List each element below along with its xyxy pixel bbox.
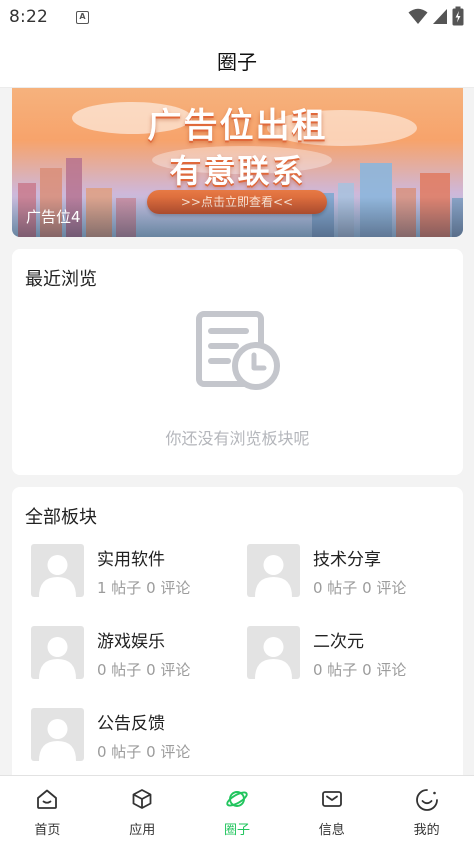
board-avatar [31,626,84,679]
cube-icon [132,789,152,809]
nav-me[interactable]: 我的 [379,776,474,842]
recent-section-title: 最近浏览 [25,269,97,290]
nav-label: 首页 [34,823,61,838]
nav-label: 圈子 [223,823,250,838]
board-item-utility-software[interactable]: 实用软件 1 帖子 0 评论 [31,544,231,598]
user-placeholder-icon [39,719,76,761]
board-item-anime[interactable]: 二次元 0 帖子 0 评论 [247,626,447,680]
all-boards-card: 全部板块 实用软件 1 帖子 0 评论 技术分享 0 帖子 0 评论 游戏娱乐 … [12,487,463,775]
user-placeholder-icon [255,637,292,679]
notification-badge: A [75,10,89,24]
board-name: 二次元 [313,632,364,652]
board-name: 公告反馈 [97,714,165,734]
board-item-announcements[interactable]: 公告反馈 0 帖子 0 评论 [31,708,231,762]
user-placeholder-icon [39,555,76,597]
board-name: 实用软件 [97,550,165,570]
status-bar: 8:22 A [0,0,474,34]
board-avatar [247,544,300,597]
signal-icon [433,9,447,24]
board-stats: 1 帖子 0 评论 [97,579,191,597]
bottom-nav: 首页 应用 圈子 信息 我的 [0,775,474,842]
boards-section-title: 全部板块 [25,507,97,528]
user-placeholder-icon [255,555,292,597]
board-item-games[interactable]: 游戏娱乐 0 帖子 0 评论 [31,626,231,680]
board-stats: 0 帖子 0 评论 [313,579,407,597]
banner-slot-label: 广告位4 [26,208,81,226]
nav-label: 应用 [129,823,156,838]
nav-apps[interactable]: 应用 [95,776,190,842]
empty-history-icon [196,311,280,390]
wifi-icon [408,8,428,24]
nav-label: 信息 [318,823,345,838]
status-time: 8:22 [9,7,48,27]
ad-banner[interactable]: 广告位出租 有意联系 >>点击立即查看<< 广告位4 [12,88,463,237]
board-avatar [247,626,300,679]
planet-icon [226,791,248,807]
nav-home[interactable]: 首页 [0,776,95,842]
empty-history-text: 你还没有浏览板块呢 [165,429,310,448]
board-name: 游戏娱乐 [97,632,165,652]
home-icon [37,789,58,809]
mail-icon [321,791,342,807]
user-placeholder-icon [39,637,76,679]
board-stats: 0 帖子 0 评论 [97,743,191,761]
board-item-tech-sharing[interactable]: 技术分享 0 帖子 0 评论 [247,544,447,598]
app-header: 圈子 [0,34,474,88]
board-name: 技术分享 [313,550,381,570]
board-stats: 0 帖子 0 评论 [97,661,191,679]
nav-circle[interactable]: 圈子 [190,776,285,842]
nav-label: 我的 [413,823,440,838]
recent-browsing-card: 最近浏览 你还没有浏览板块呢 [12,249,463,475]
battery-icon [452,6,464,26]
banner-headline: 广告位出租 [147,106,328,146]
smile-icon [415,789,438,811]
main-content[interactable]: 广告位出租 有意联系 >>点击立即查看<< 广告位4 最近浏览 你还没有浏览板块… [0,88,474,775]
page-title: 圈子 [217,50,257,74]
banner-subheadline: 有意联系 [169,152,306,190]
board-avatar [31,544,84,597]
nav-messages[interactable]: 信息 [284,776,379,842]
status-icons [408,6,464,26]
board-avatar [31,708,84,761]
board-stats: 0 帖子 0 评论 [313,661,407,679]
